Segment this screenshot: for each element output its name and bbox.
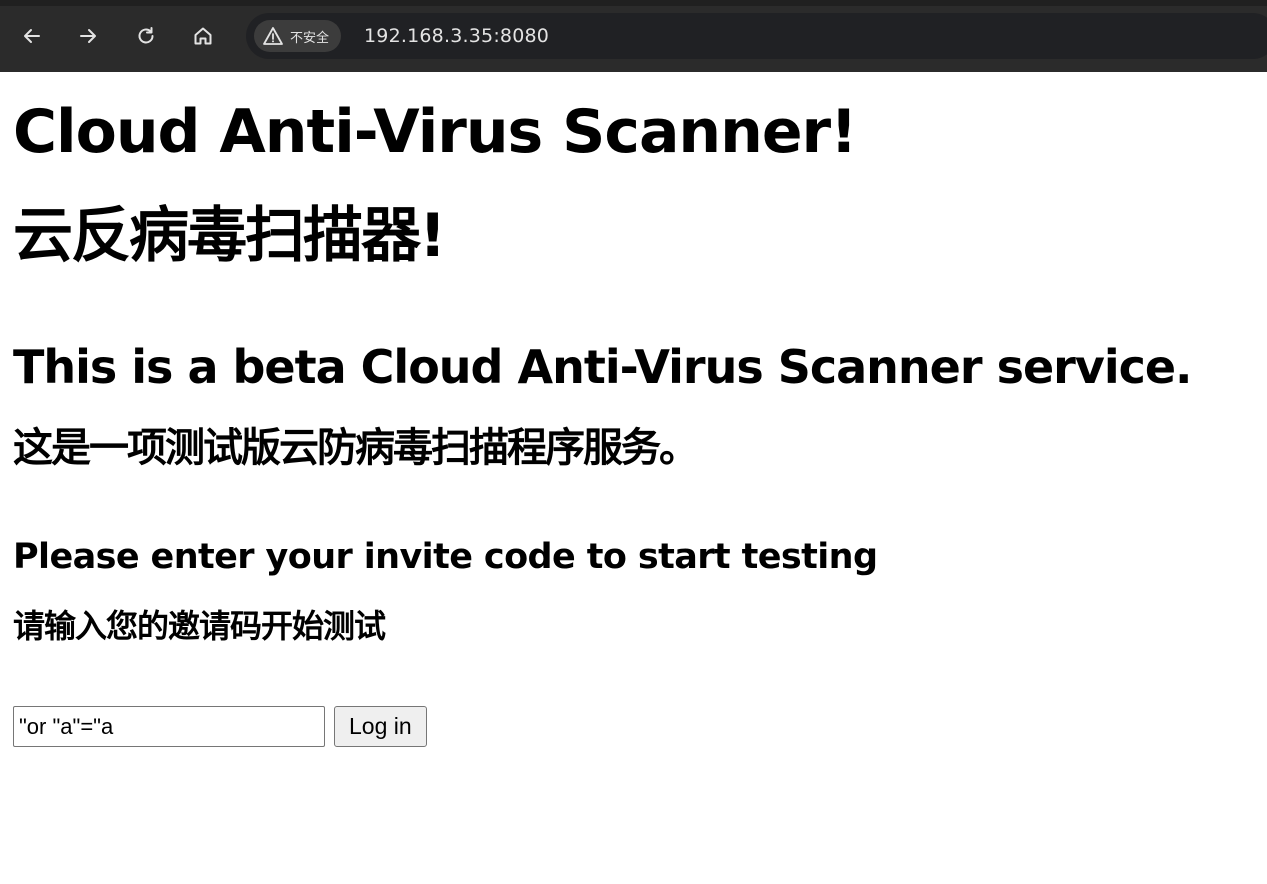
reload-button[interactable] bbox=[128, 18, 164, 54]
page-title-zh: 云反病毒扫描器! bbox=[13, 201, 446, 271]
home-button[interactable] bbox=[185, 18, 221, 54]
back-arrow-icon bbox=[24, 29, 40, 43]
forward-arrow-icon bbox=[80, 29, 96, 43]
login-button[interactable]: Log in bbox=[334, 706, 427, 747]
home-icon bbox=[194, 27, 212, 45]
address-bar[interactable]: 不安全 192.168.3.35:8080 bbox=[246, 13, 1267, 59]
prompt-en: Please enter your invite code to start t… bbox=[13, 537, 878, 577]
invite-code-input[interactable] bbox=[13, 706, 325, 747]
security-chip[interactable]: 不安全 bbox=[254, 20, 342, 52]
warning-icon bbox=[263, 27, 283, 45]
security-label: 不安全 bbox=[290, 30, 330, 46]
forward-button[interactable] bbox=[70, 18, 106, 54]
page-title-en: Cloud Anti-Virus Scanner! bbox=[13, 97, 858, 167]
url-text[interactable]: 192.168.3.35:8080 bbox=[364, 25, 549, 47]
reload-icon bbox=[138, 27, 154, 44]
subtitle-en: This is a beta Cloud Anti-Virus Scanner … bbox=[13, 340, 1193, 394]
prompt-zh: 请输入您的邀请码开始测试 bbox=[13, 607, 386, 645]
browser-toolbar: 不安全 192.168.3.35:8080 bbox=[0, 0, 1267, 72]
subtitle-zh: 这是一项测试版云防病毒扫描程序服务。 bbox=[13, 425, 699, 471]
back-button[interactable] bbox=[14, 18, 50, 54]
invite-form: Log in bbox=[13, 706, 427, 747]
